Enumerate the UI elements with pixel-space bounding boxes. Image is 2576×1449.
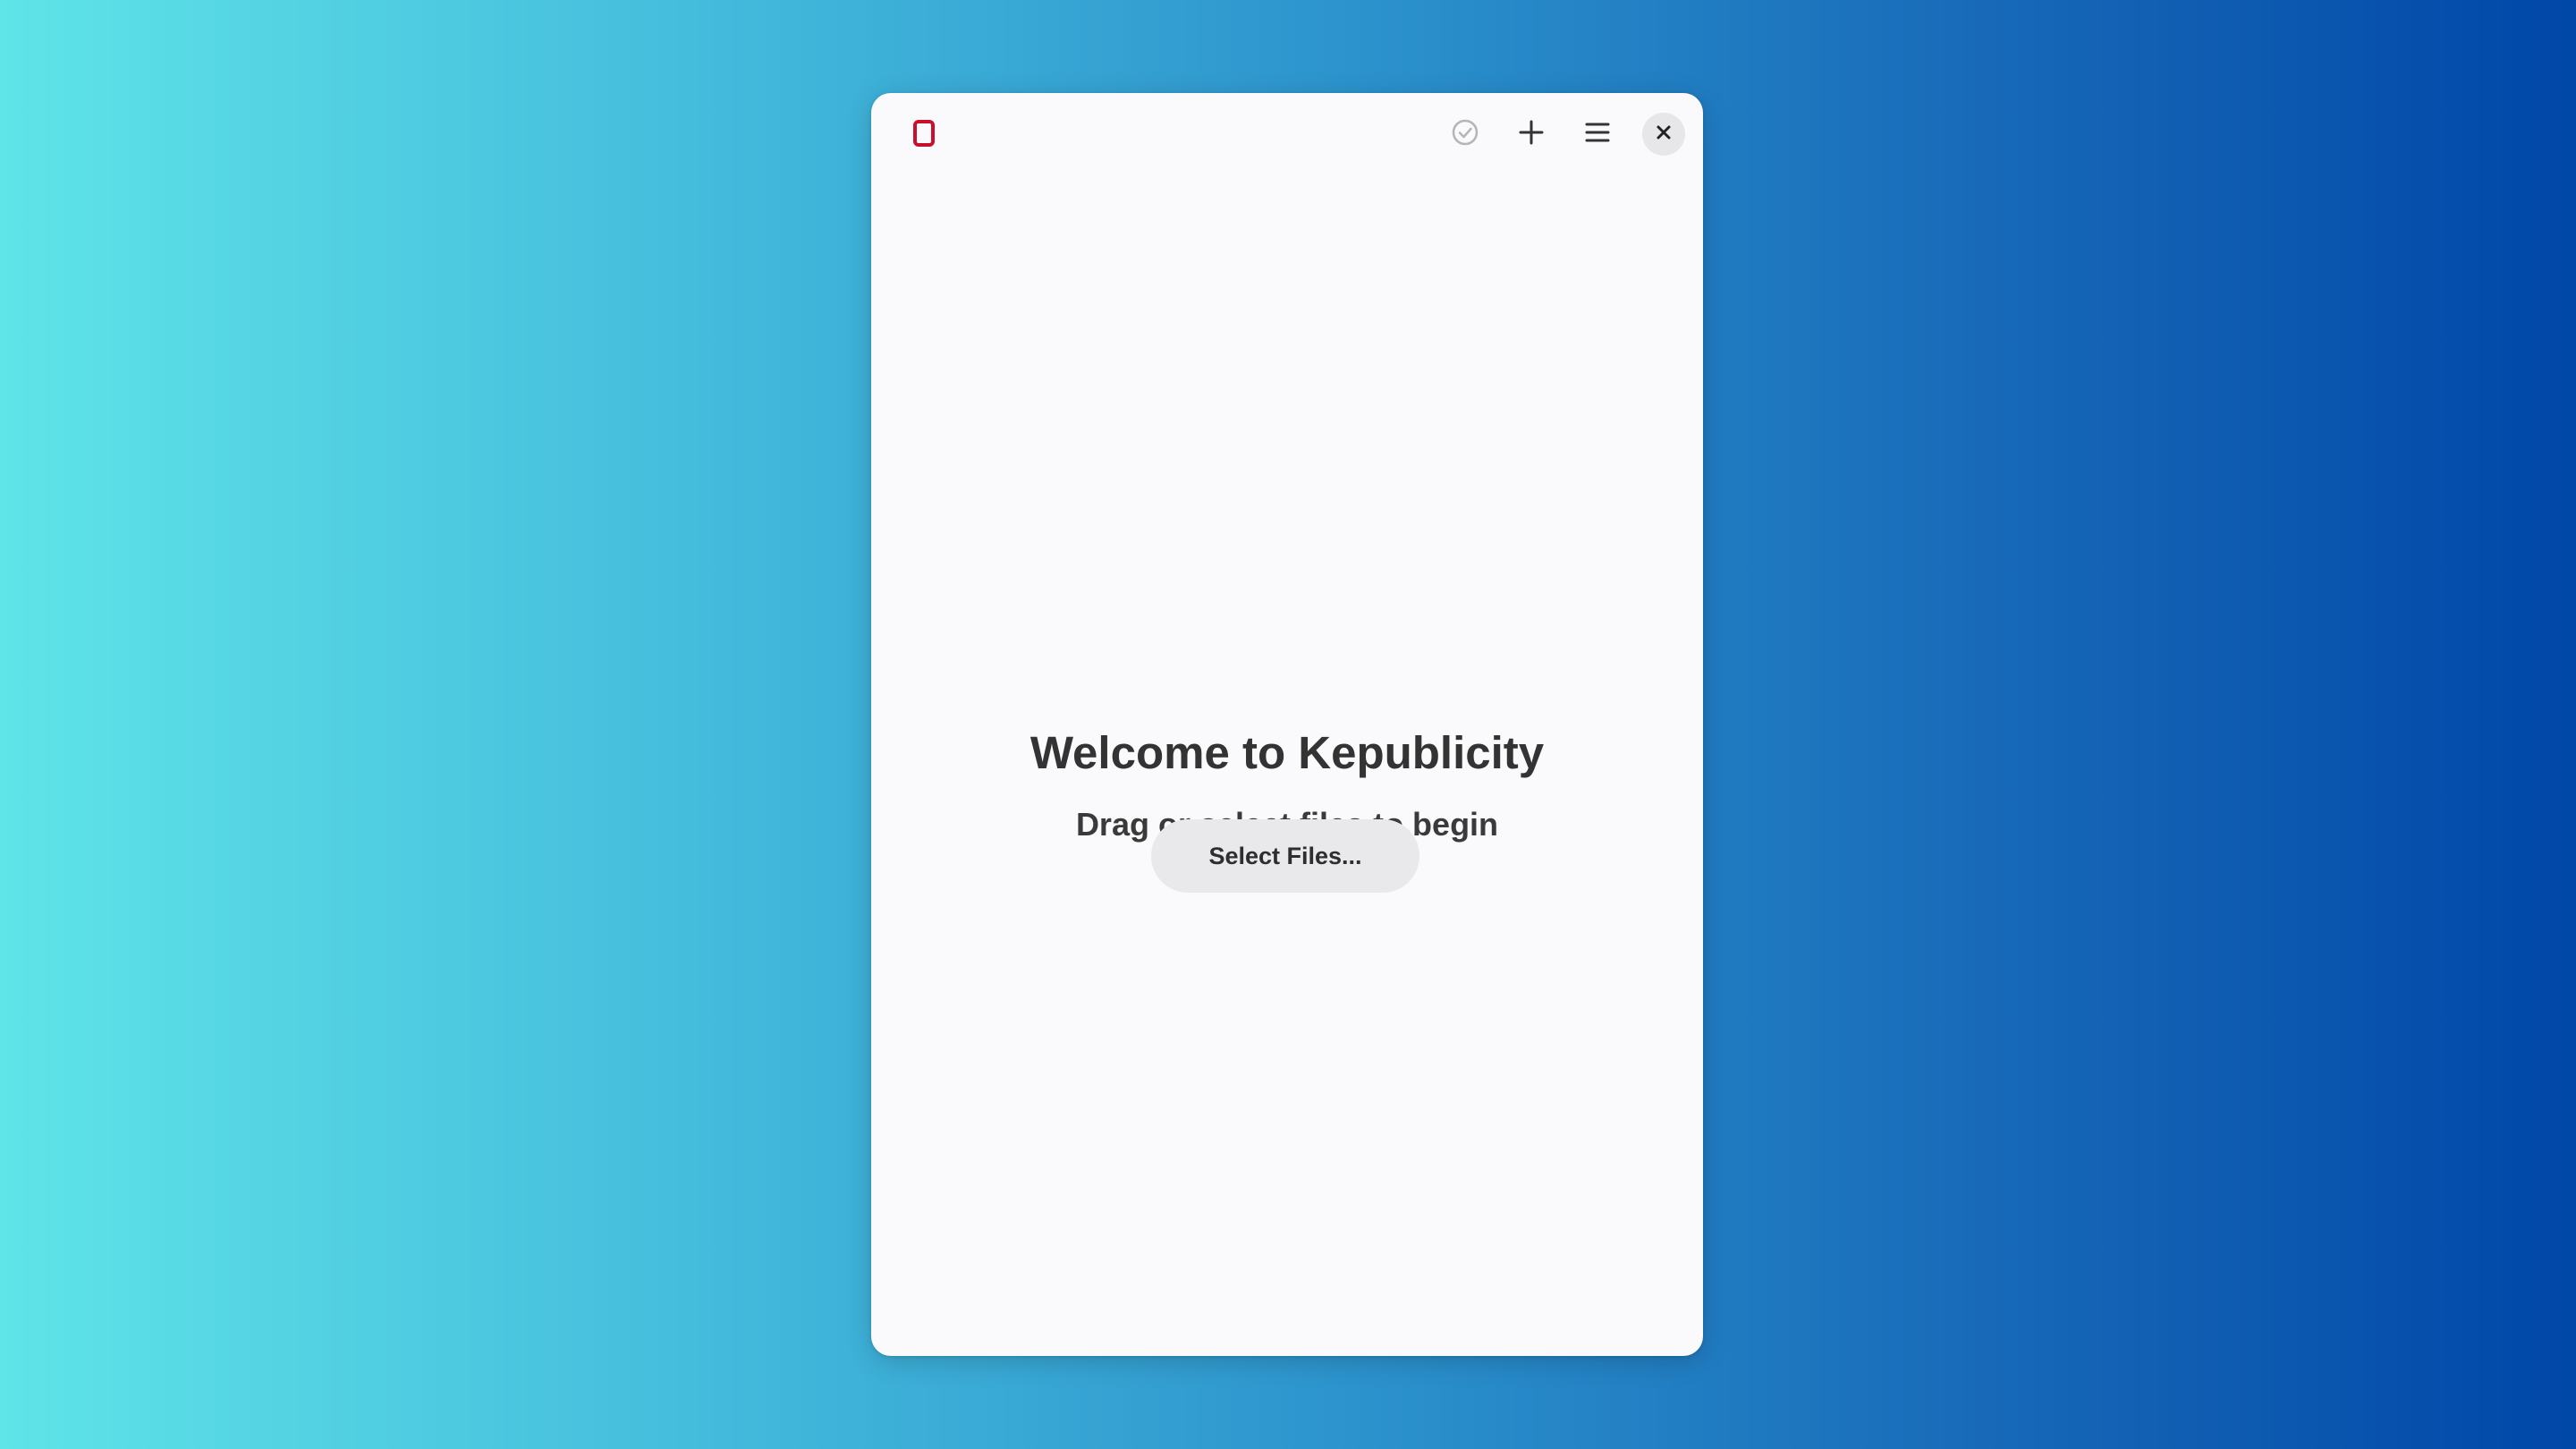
book-icon [909,118,939,148]
close-icon [1655,123,1673,146]
add-button[interactable] [1510,113,1553,156]
welcome-title: Welcome to Kepublicity [1030,727,1545,778]
window-header [871,93,1703,172]
close-button[interactable] [1642,113,1685,156]
app-window: Welcome to Kepublicity Drag or select fi… [871,93,1703,1356]
plus-icon [1518,119,1545,150]
main-menu-button[interactable] [1576,113,1619,156]
select-files-button[interactable]: Select Files... [1151,819,1419,893]
hamburger-menu-icon [1584,119,1611,150]
check-circle-icon [1451,118,1479,151]
check-button[interactable] [1444,113,1487,156]
